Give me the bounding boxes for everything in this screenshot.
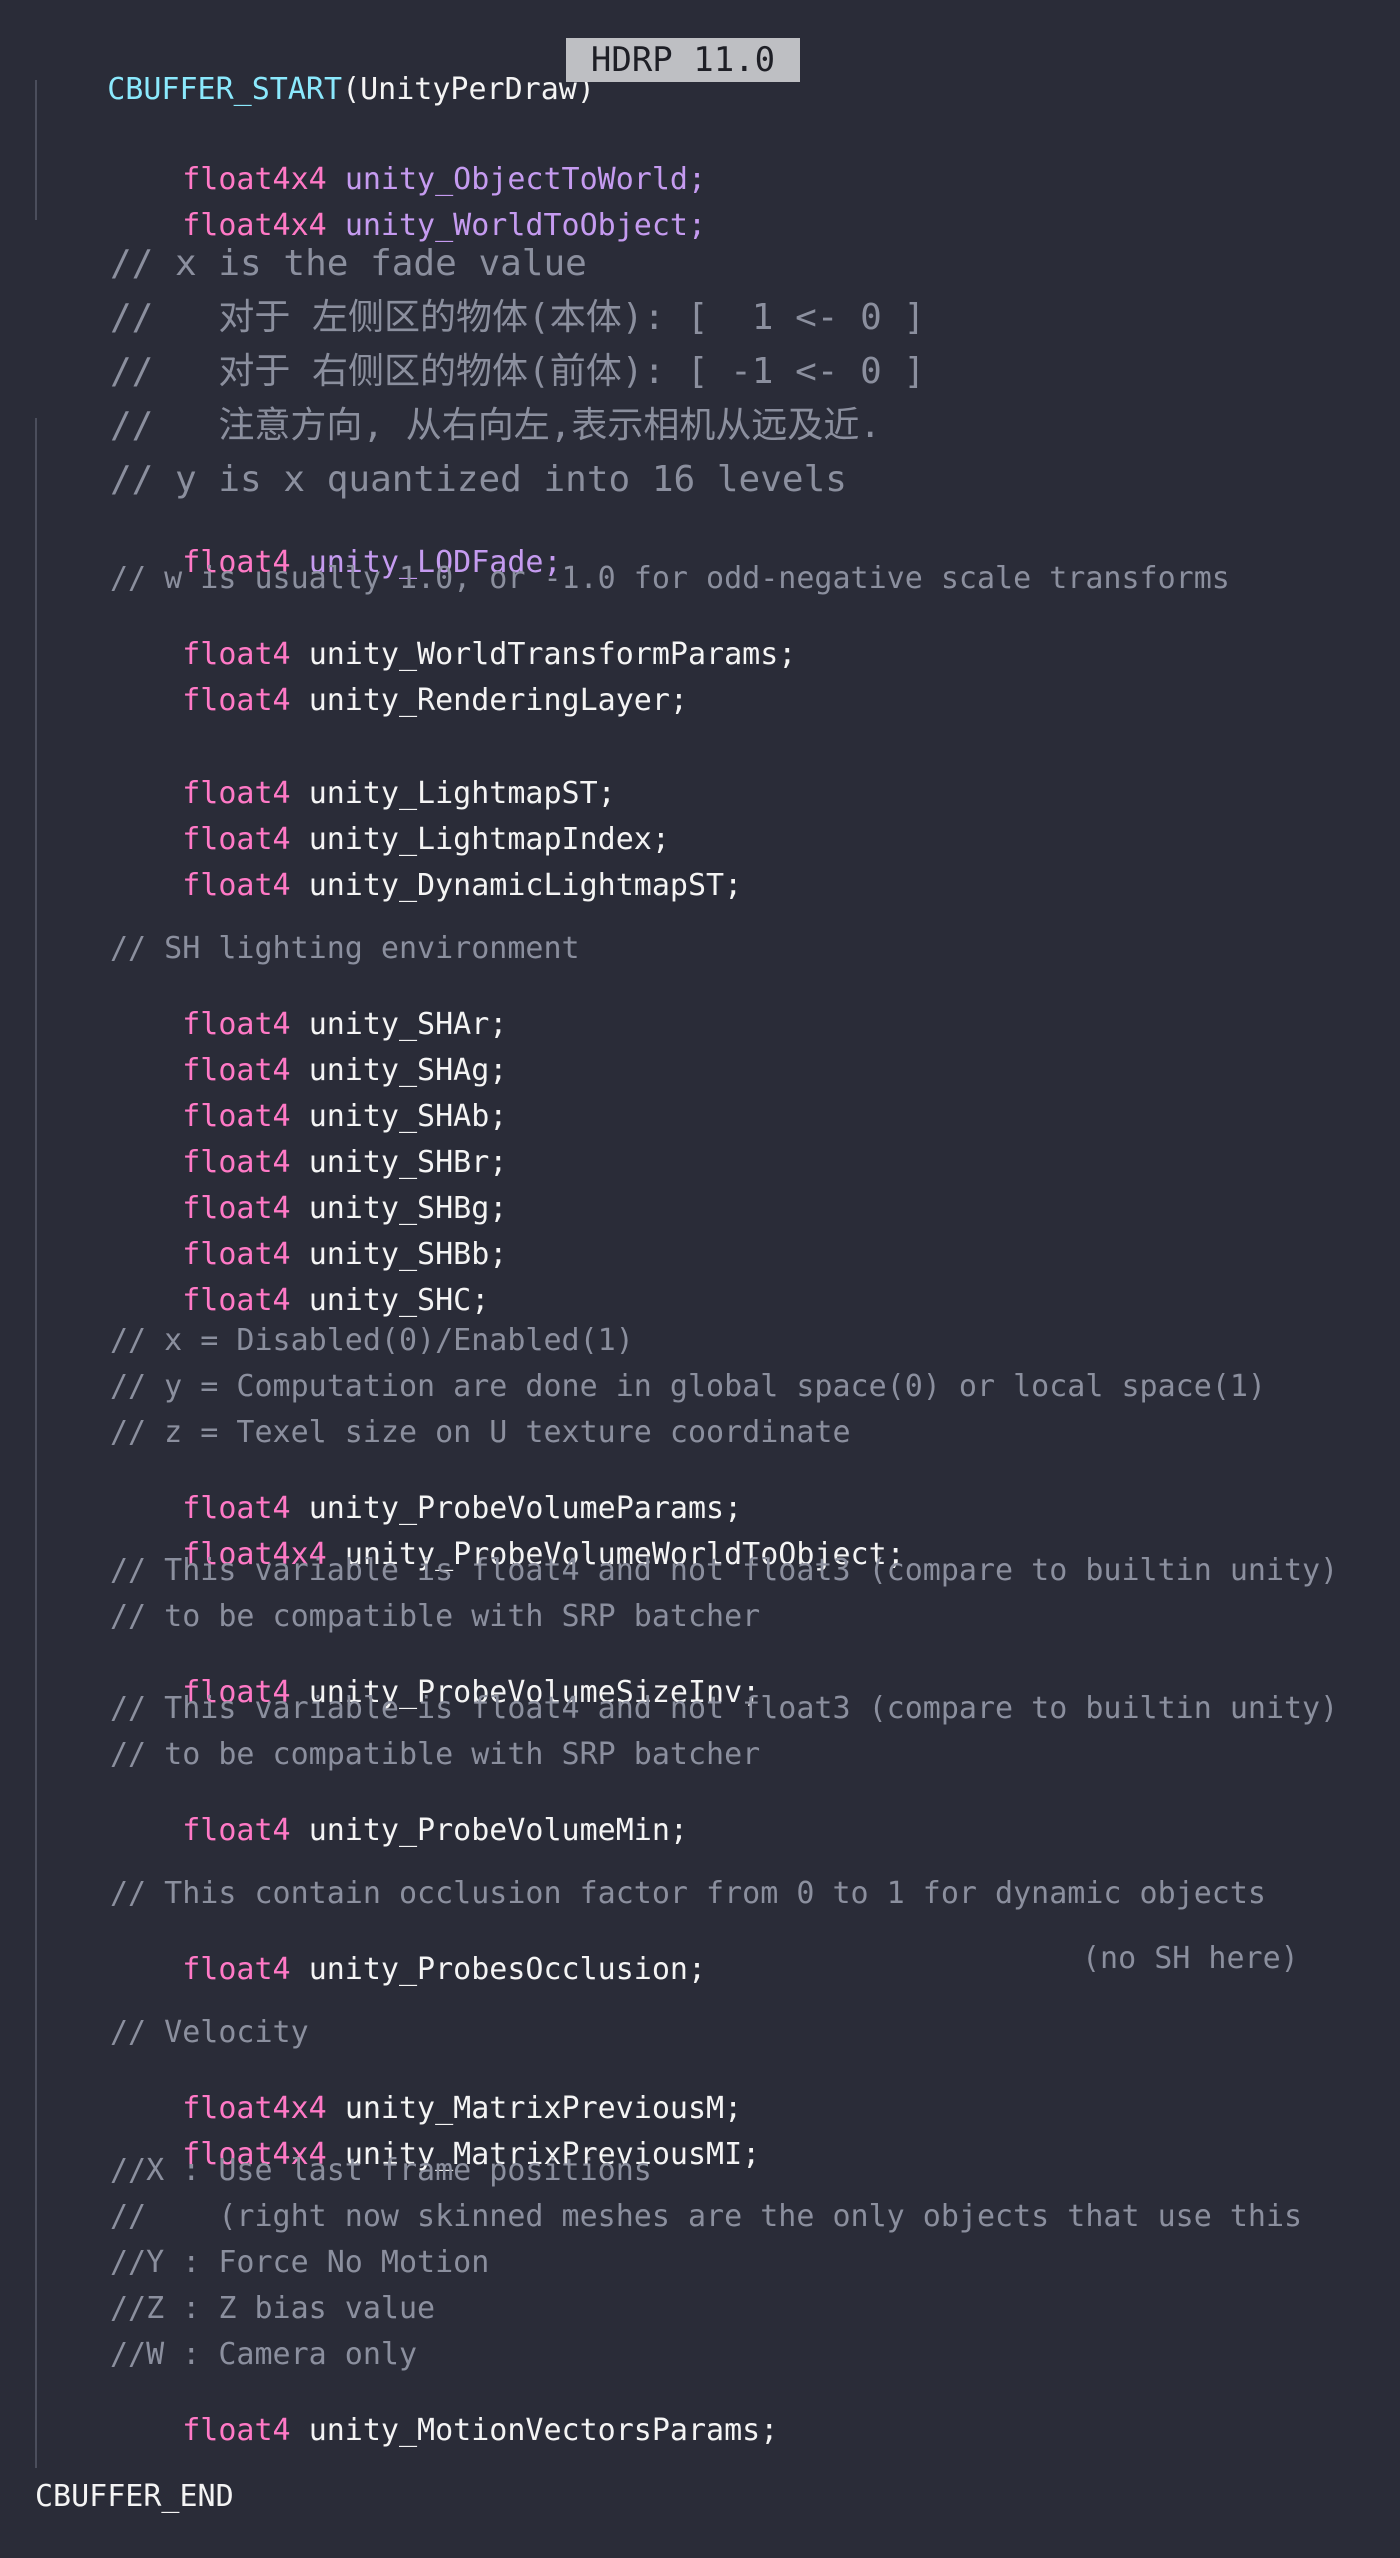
comment-line: // to be compatible with SRP batcher	[110, 1599, 761, 1634]
cbuffer-start-args: (UnityPerDraw)	[342, 72, 595, 107]
code-line-rendering-layer: float4 unity_RenderingLayer;	[110, 656, 688, 746]
comment-line: // 注意方向, 从右向左,表示相机从远及近.	[110, 405, 882, 446]
comment-line: // 对于 右侧区的物体(前体): [ -1 <- 0 ]	[110, 351, 926, 392]
code-line-motion-vectors-params: float4 unity_MotionVectorsParams;	[110, 2386, 778, 2476]
comment-line: // (right now skinned meshes are the onl…	[110, 2199, 1303, 2234]
cbuffer-start-macro: CBUFFER_START	[107, 72, 343, 107]
comment-line: //W : Camera only	[110, 2337, 418, 2372]
indent-guide-main	[35, 418, 37, 2468]
type-keyword: float4	[182, 1283, 291, 1318]
comment-line: // x is the fade value	[110, 243, 587, 284]
variable-name: unity_DynamicLightmapST;	[308, 868, 743, 903]
cbuffer-end-line: CBUFFER_END	[35, 2479, 234, 2514]
variable-name: unity_SHC;	[308, 1283, 490, 1318]
type-keyword: float4	[182, 868, 291, 903]
comment-line: // This variable is float4 and not float…	[110, 1553, 1339, 1588]
comment-line: // to be compatible with SRP batcher	[110, 1737, 761, 1772]
type-keyword: float4	[182, 1952, 291, 1987]
variable-name: unity_ProbesOcclusion;	[308, 1952, 707, 1987]
comment-line: //Y : Force No Motion	[110, 2245, 490, 2280]
hdrp-version-badge: HDRP 11.0	[566, 38, 800, 82]
code-editor: CBUFFER_START(UnityPerDraw) HDRP 11.0 fl…	[0, 0, 1400, 2558]
comment-line: // z = Texel size on U texture coordinat…	[110, 1415, 851, 1450]
comment-line: // Velocity	[110, 2015, 309, 2050]
comment-line: // x = Disabled(0)/Enabled(1)	[110, 1323, 634, 1358]
comment-line: //X : Use last frame positions	[110, 2153, 652, 2188]
occlusion-note: (no SH here)	[1082, 1941, 1299, 1976]
type-keyword: float4	[182, 1813, 291, 1848]
variable-name: unity_ProbeVolumeMin;	[308, 1813, 688, 1848]
comment-line: // This variable is float4 and not float…	[110, 1691, 1339, 1726]
variable-name: unity_RenderingLayer;	[308, 683, 688, 718]
comment-line: // w is usually 1.0, or -1.0 for odd-neg…	[110, 561, 1230, 596]
code-line-probe-volume-min: float4 unity_ProbeVolumeMin;	[110, 1786, 688, 1876]
code-line-dynamic-lightmap-st: float4 unity_DynamicLightmapST;	[110, 841, 742, 931]
type-keyword: float4	[182, 683, 291, 718]
type-keyword: float4x4	[182, 208, 327, 243]
comment-line: // y is x quantized into 16 levels	[110, 459, 847, 500]
comment-line: // y = Computation are done in global sp…	[110, 1369, 1266, 1404]
comment-line: // 对于 左侧区的物体(本体): [ 1 <- 0 ]	[110, 297, 926, 338]
type-keyword: float4	[182, 2413, 291, 2448]
code-line-probes-occlusion: float4 unity_ProbesOcclusion;	[110, 1925, 706, 2015]
comment-line: // SH lighting environment	[110, 931, 580, 966]
cbuffer-start-line: CBUFFER_START(UnityPerDraw)	[35, 45, 595, 135]
comment-line: // This contain occlusion factor from 0 …	[110, 1876, 1266, 1911]
variable-name: unity_WorldToObject;	[344, 208, 707, 243]
comment-line: //Z : Z bias value	[110, 2291, 436, 2326]
variable-name: unity_MotionVectorsParams;	[308, 2413, 779, 2448]
